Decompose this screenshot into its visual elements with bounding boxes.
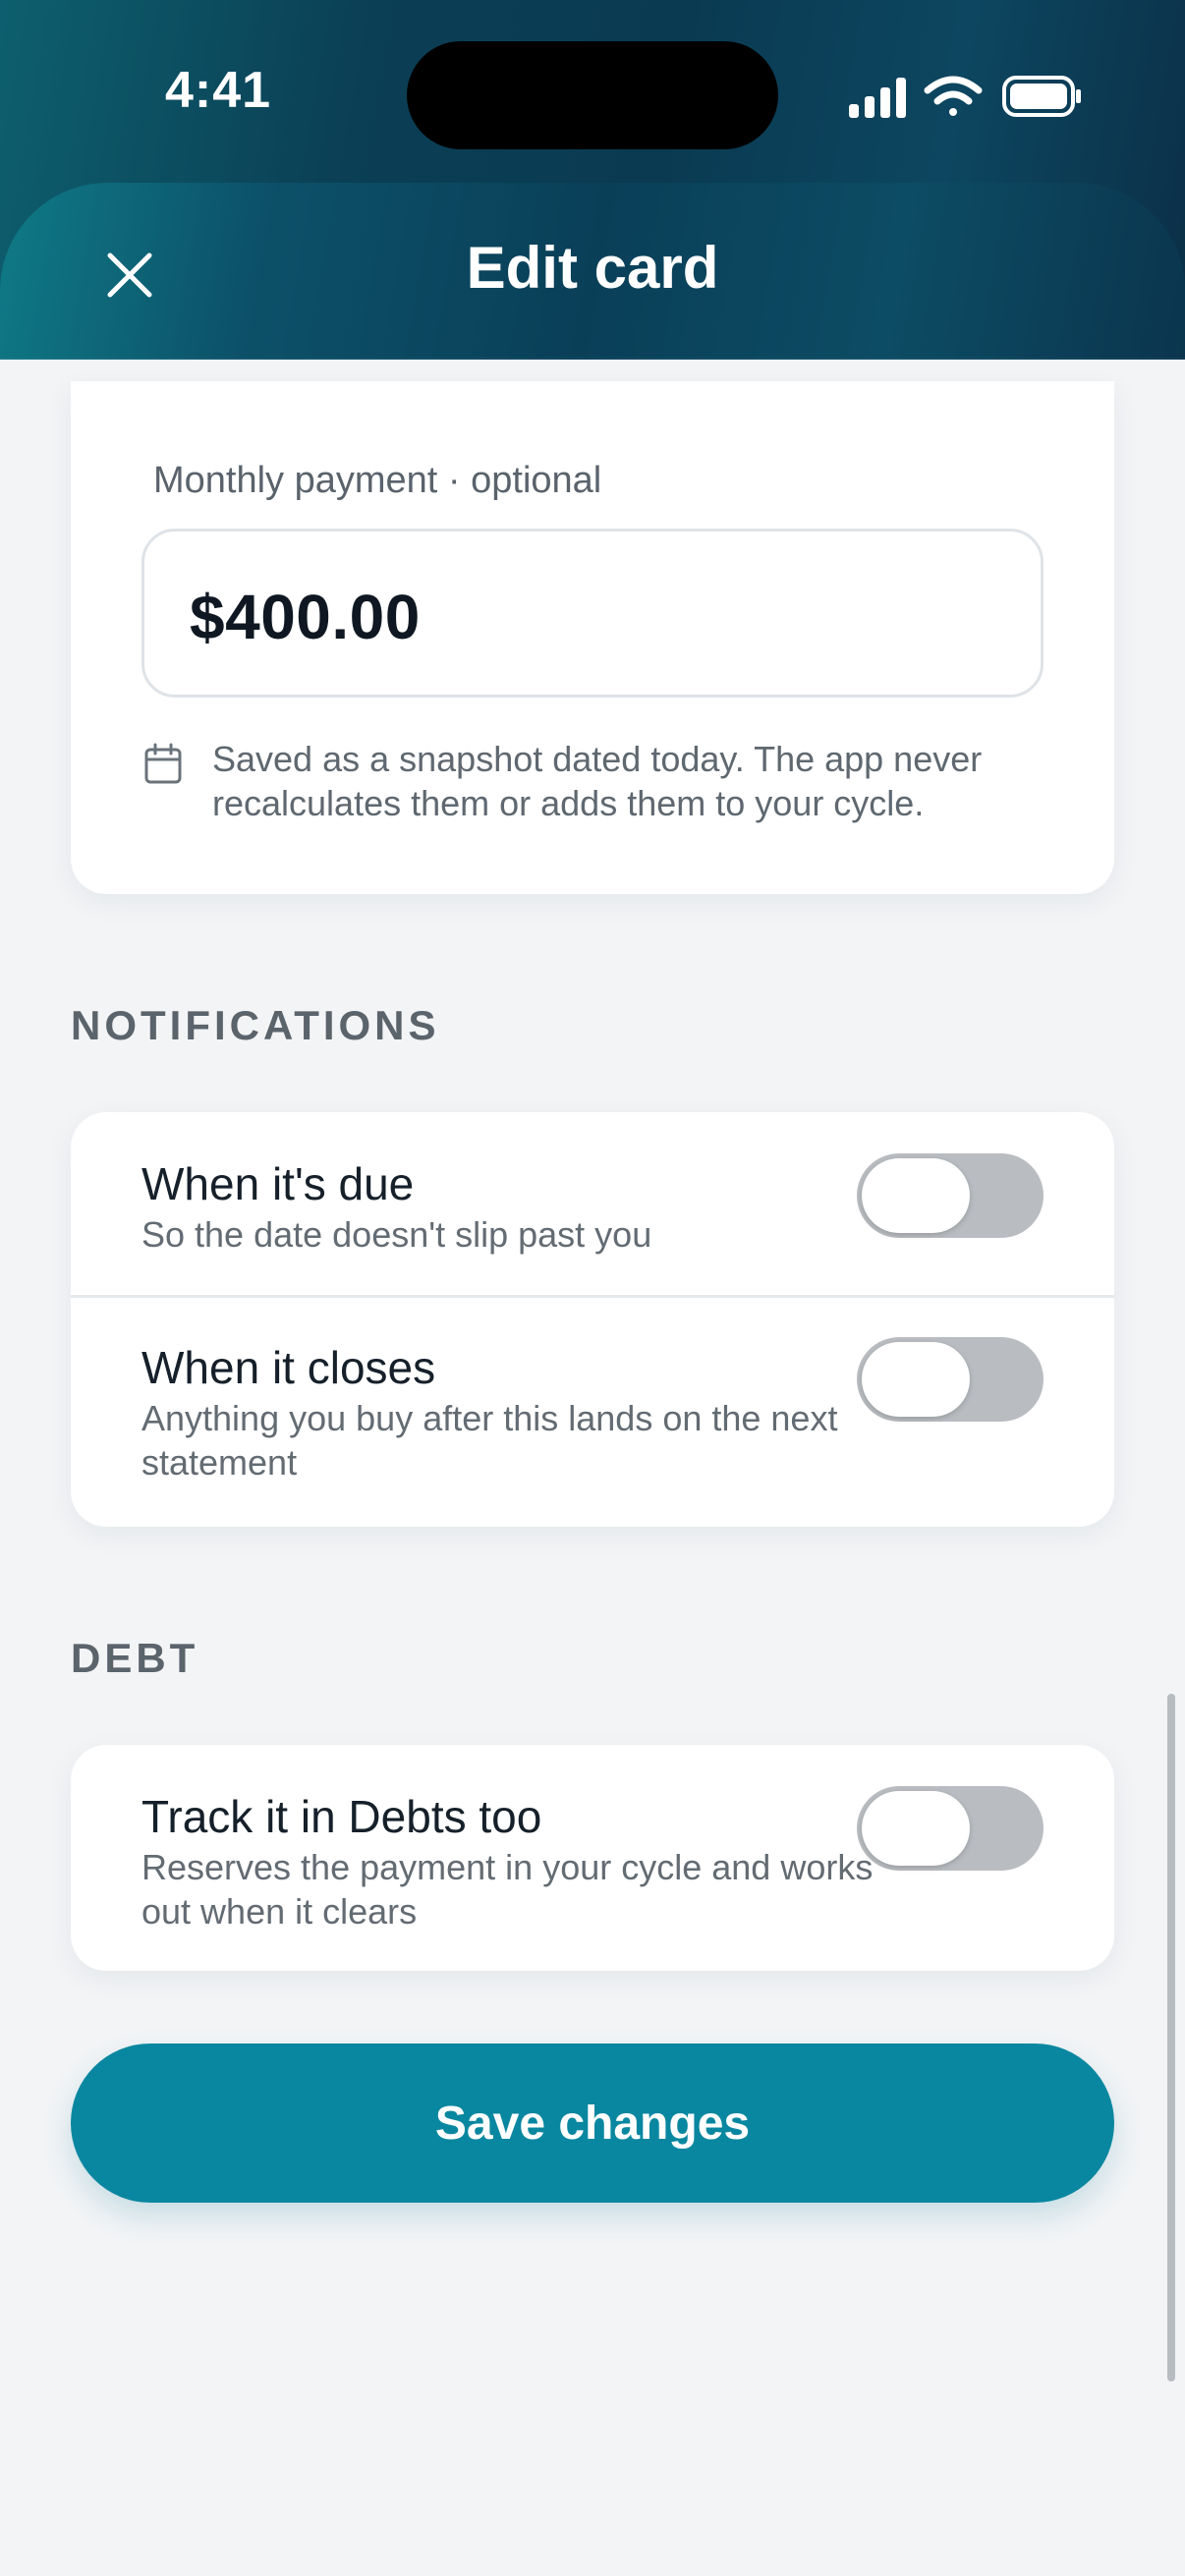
monthly-payment-input[interactable]: $400.00 — [141, 529, 1044, 698]
notification-closes-title: When it closes — [141, 1342, 436, 1393]
header: 4:41 Edit card — [0, 0, 1185, 360]
dynamic-island — [407, 41, 778, 149]
notifications-card: When it's due So the date doesn't slip p… — [71, 1112, 1114, 1527]
debt-toggle[interactable] — [857, 1786, 1044, 1871]
status-time: 4:41 — [165, 62, 272, 119]
monthly-payment-label: Monthly payment · optional — [153, 460, 602, 501]
notifications-section-title: NOTIFICATIONS — [71, 1002, 440, 1048]
debt-row: Track it in Debts too Reserves the payme… — [71, 1745, 1114, 1971]
notification-row-closes: When it closes Anything you buy after th… — [71, 1298, 1114, 1527]
due-toggle[interactable] — [857, 1153, 1044, 1238]
debt-track-title: Track it in Debts too — [141, 1791, 542, 1842]
calendar-icon — [144, 743, 182, 784]
debt-track-subtitle: Reserves the payment in your cycle and w… — [141, 1847, 874, 1932]
debt-card: Track it in Debts too Reserves the payme… — [71, 1745, 1114, 1971]
notification-row-due: When it's due So the date doesn't slip p… — [71, 1112, 1114, 1297]
nav-bar: Edit card — [0, 183, 1185, 360]
save-changes-button[interactable]: Save changes — [71, 2044, 1114, 2203]
notification-closes-subtitle: Anything you buy after this lands on the… — [141, 1398, 838, 1483]
notification-due-title: When it's due — [141, 1158, 415, 1209]
toggle-knob — [862, 1342, 970, 1417]
battery-icon — [1002, 76, 1081, 117]
monthly-payment-value: $400.00 — [190, 582, 421, 652]
status-icons — [849, 76, 1081, 118]
snapshot-hint: Saved as a snapshot dated today. The app… — [212, 739, 983, 823]
closes-toggle[interactable] — [857, 1337, 1044, 1422]
signal-icon — [849, 78, 906, 118]
page-title: Edit card — [466, 235, 719, 301]
wifi-icon — [924, 76, 983, 116]
toggle-knob — [862, 1158, 970, 1233]
toggle-knob — [862, 1791, 970, 1866]
status-bar: 4:41 — [0, 0, 1185, 187]
debt-section-title: DEBT — [71, 1635, 199, 1681]
payment-card: Monthly payment · optional $400.00 Saved… — [71, 381, 1114, 894]
notification-due-subtitle: So the date doesn't slip past you — [141, 1214, 652, 1255]
scrollbar[interactable] — [1167, 1694, 1175, 2381]
